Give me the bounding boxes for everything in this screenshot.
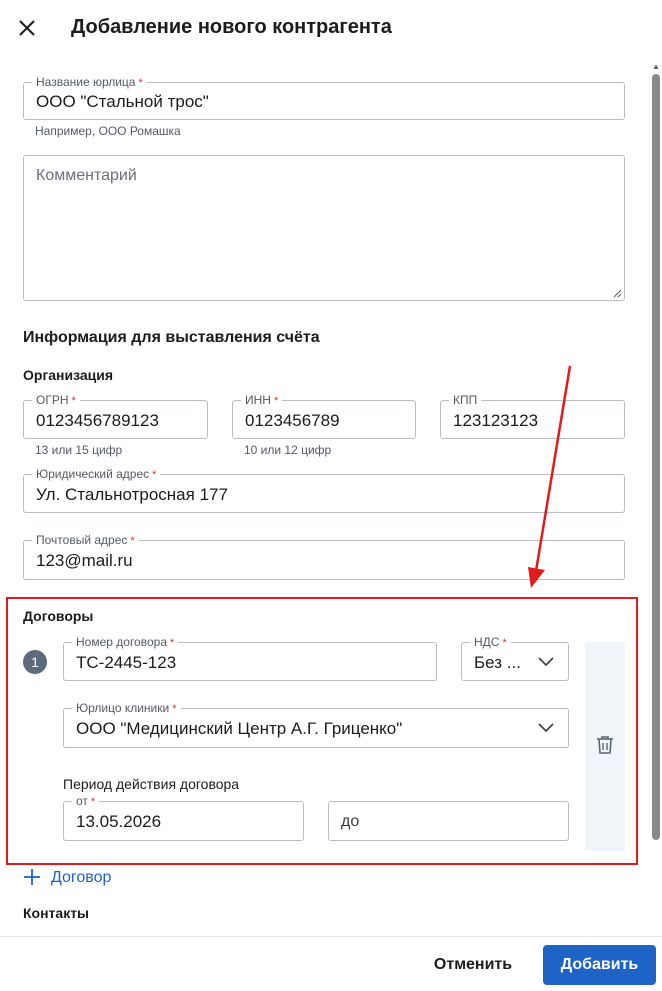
ogrn-field[interactable]: ОГРН * 0123456789123 (23, 393, 208, 439)
kpp-label: КПП (449, 393, 482, 407)
period-to-field[interactable]: до (328, 801, 569, 841)
legal-address-field[interactable]: Юридический адрес * Ул. Стальнотросная 17… (23, 467, 625, 513)
vat-label: НДС (474, 635, 500, 649)
postal-address-value: 123@mail.ru (36, 551, 133, 570)
required-marker: * (273, 395, 279, 407)
contract-number-value: ТС-2445-123 (76, 653, 177, 672)
contract-period-label: Период действия договора (63, 776, 240, 792)
plus-icon (24, 869, 40, 885)
dialog-header: Добавление нового контрагента (0, 0, 662, 56)
legal-name-field[interactable]: Название юрлица * ООО "Стальной трос" (23, 75, 625, 120)
submit-button[interactable]: Добавить (543, 945, 656, 985)
legal-address-label: Юридический адрес (36, 467, 150, 481)
ogrn-label: ОГРН (36, 393, 69, 407)
inn-field[interactable]: ИНН * 0123456789 (232, 393, 416, 439)
required-marker: * (170, 637, 175, 649)
resize-handle-icon[interactable] (613, 289, 622, 298)
period-from-field[interactable]: от * 13.05.2026 (63, 794, 304, 841)
chevron-down-icon[interactable] (538, 723, 554, 733)
required-marker: * (152, 469, 157, 481)
contracts-title: Договоры (23, 608, 94, 624)
legal-name-value: ООО "Стальной трос" (36, 92, 209, 111)
clinic-entity-select[interactable]: Юрлицо клиники * ООО "Медицинский Центр А… (63, 701, 569, 748)
legal-name-hint: Например, ООО Ромашка (35, 124, 181, 138)
chevron-down-icon[interactable] (538, 657, 554, 667)
period-to-placeholder: до (341, 813, 360, 830)
kpp-value: 123123123 (453, 411, 539, 430)
required-marker: * (138, 77, 143, 89)
clinic-entity-label: Юрлицо клиники (76, 701, 170, 715)
inn-label: ИНН (245, 393, 271, 407)
contract-number-field[interactable]: Номер договора * ТС-2445-123 (63, 635, 437, 681)
period-from-label: от (76, 794, 88, 808)
vat-value: Без ... (474, 653, 521, 672)
kpp-field[interactable]: КПП 123123123 (440, 393, 625, 439)
period-from-value: 13.05.2026 (76, 812, 162, 831)
close-icon[interactable] (14, 15, 40, 41)
required-marker: * (71, 395, 76, 407)
trash-icon[interactable] (596, 735, 614, 755)
vat-select[interactable]: НДС * Без ... (461, 635, 569, 681)
ogrn-hint: 13 или 15 цифр (35, 443, 123, 457)
comment-placeholder: Комментарий (36, 167, 137, 184)
contract-number-label: Номер договора (76, 635, 167, 649)
contract-index-badge: 1 (23, 650, 47, 674)
scrollbar-thumb[interactable] (652, 74, 660, 840)
scroll-up-arrow[interactable]: ▲ (652, 62, 660, 71)
inn-value: 0123456789 (245, 411, 340, 430)
page-title: Добавление нового контрагента (71, 16, 392, 38)
contacts-title: Контакты (23, 905, 90, 921)
required-marker: * (90, 796, 96, 808)
required-marker: * (502, 637, 507, 649)
required-marker: * (130, 535, 135, 547)
postal-address-field[interactable]: Почтовый адрес * 123@mail.ru (23, 533, 625, 580)
billing-section-title: Информация для выставления счёта (23, 329, 320, 346)
postal-address-label: Почтовый адрес (36, 533, 128, 547)
add-contract-label: Договор (51, 869, 112, 886)
required-marker: * (172, 703, 177, 715)
legal-name-label: Название юрлица (36, 75, 136, 89)
ogrn-value: 0123456789123 (36, 411, 159, 430)
legal-address-value: Ул. Стальнотросная 177 (36, 485, 228, 504)
clinic-entity-value: ООО "Медицинский Центр А.Г. Гриценко" (76, 719, 403, 738)
comment-textarea[interactable]: Комментарий (23, 155, 625, 301)
cancel-button[interactable]: Отменить (420, 945, 526, 985)
organization-title: Организация (23, 367, 114, 383)
inn-hint: 10 или 12 цифр (244, 443, 332, 457)
